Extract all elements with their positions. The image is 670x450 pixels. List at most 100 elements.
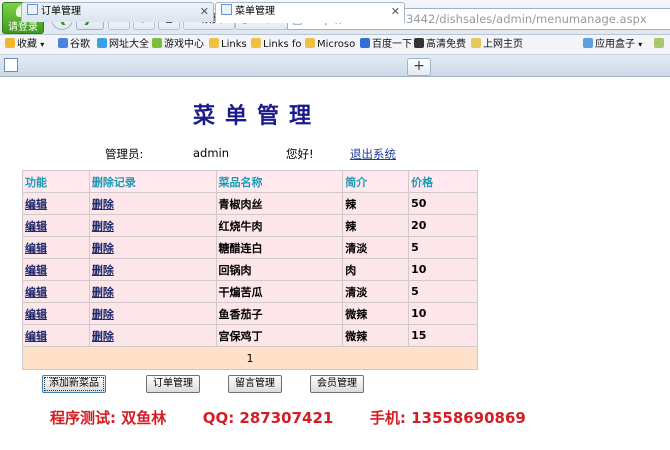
bookmark-label: 高清免费 (426, 39, 466, 50)
close-icon[interactable]: ✕ (200, 3, 209, 21)
column-header-action: 功能 (22, 170, 90, 193)
google-icon (58, 38, 68, 48)
edit-link[interactable]: 编辑 (22, 214, 90, 237)
dish-price: 10 (408, 258, 478, 281)
edit-link[interactable]: 编辑 (22, 258, 90, 281)
add-dish-button[interactable]: 添加新菜品 (42, 375, 106, 393)
bookmark-games[interactable]: 游戏中心 (152, 35, 204, 54)
folder-icon (305, 38, 315, 48)
dish-desc: 肉 (342, 258, 410, 281)
column-header-delete: 删除记录 (88, 170, 217, 193)
tab-order-manage[interactable]: 订单管理 ✕ (21, 2, 214, 22)
delete-link[interactable]: 删除 (88, 302, 217, 325)
bookmark-label: 上网主页 (483, 39, 523, 50)
bookmark-label: 收藏 (17, 39, 37, 50)
edit-link[interactable]: 编辑 (22, 280, 90, 303)
table-row: 编辑 删除 干煸苦瓜 清淡 5 (22, 280, 478, 303)
more-bookmarks[interactable] (654, 35, 666, 54)
delete-link[interactable]: 删除 (88, 258, 217, 281)
dish-desc: 辣 (342, 192, 410, 215)
bookmark-label: Links (221, 39, 247, 50)
chevron-down-icon: ▾ (40, 40, 45, 49)
url-path: :23442/dishsales/admin/menumanage.aspx (394, 12, 647, 26)
bookmark-label: 百度一下 (372, 39, 412, 50)
edit-link[interactable]: 编辑 (22, 302, 90, 325)
page-icon (27, 4, 38, 15)
dish-price: 5 (408, 236, 478, 259)
star-icon (5, 38, 15, 48)
bookmark-google[interactable]: 谷歌 (58, 35, 90, 54)
table-row: 编辑 删除 鱼香茄子 微辣 10 (22, 302, 478, 325)
dish-name: 宫保鸡丁 (215, 324, 344, 347)
message-manage-button[interactable]: 留言管理 (228, 375, 282, 393)
greeting-text: 您好! (286, 147, 314, 161)
page-title: 菜单管理 (193, 103, 322, 129)
table-row: 编辑 删除 宫保鸡丁 微辣 15 (22, 324, 478, 347)
delete-link[interactable]: 删除 (88, 192, 217, 215)
bookmark-microsoft[interactable]: Microso (305, 35, 355, 54)
grid-icon (583, 38, 593, 48)
tab-label: 订单管理 (41, 6, 81, 17)
footer-phone: 手机: 13558690869 (369, 409, 526, 427)
chevron-down-icon: ▾ (638, 40, 643, 49)
delete-link[interactable]: 删除 (88, 214, 217, 237)
bookmarks-bar: 收藏 ▾ 谷歌 网址大全 游戏中心 Links Links fo Microso… (0, 35, 670, 55)
table-row: 编辑 删除 回锅肉 肉 10 (22, 258, 478, 281)
dish-price: 20 (408, 214, 478, 237)
order-manage-button[interactable]: 订单管理 (146, 375, 200, 393)
game-icon (152, 38, 162, 48)
pager-row: 1 (22, 346, 478, 370)
dish-price: 50 (408, 192, 478, 215)
bookmark-favorites[interactable]: 收藏 ▾ (5, 35, 44, 54)
bookmark-label: 应用盒子 (595, 39, 635, 50)
edit-link[interactable]: 编辑 (22, 192, 90, 215)
dish-desc: 清淡 (342, 280, 410, 303)
folder-icon (209, 38, 219, 48)
page-number[interactable]: 1 (22, 346, 478, 370)
member-manage-button[interactable]: 会员管理 (310, 375, 364, 393)
dish-price: 10 (408, 302, 478, 325)
edit-link[interactable]: 编辑 (22, 236, 90, 259)
footer-tester: 程序测试: 双鱼林 (50, 409, 167, 427)
delete-link[interactable]: 删除 (88, 324, 217, 347)
admin-label: 管理员: (105, 147, 144, 161)
sidebar-toggle-icon[interactable] (4, 58, 18, 72)
column-header-name: 菜品名称 (215, 170, 344, 193)
column-header-desc: 简介 (342, 170, 410, 193)
bookmark-hd[interactable]: 高清免费 (414, 35, 466, 54)
dish-name: 青椒肉丝 (215, 192, 344, 215)
dish-desc: 微辣 (342, 324, 410, 347)
footer-contact: 程序测试: 双鱼林 QQ: 287307421 手机: 13558690869 (50, 407, 526, 428)
bookmark-baidu[interactable]: 百度一下 (360, 35, 412, 54)
table-header-row: 功能 删除记录 菜品名称 简介 价格 (22, 170, 478, 193)
logout-link[interactable]: 退出系统 (350, 146, 396, 162)
table-row: 编辑 删除 青椒肉丝 辣 50 (22, 192, 478, 215)
dish-name: 干煸苦瓜 (215, 280, 344, 303)
home-icon (471, 38, 481, 48)
login-label: 请登录 (8, 22, 38, 33)
page-icon (221, 4, 232, 15)
edit-link[interactable]: 编辑 (22, 324, 90, 347)
bookmark-label: Microso (317, 39, 356, 50)
bookmark-label: Links fo (263, 39, 302, 50)
table-row: 编辑 删除 糖醋连白 清淡 5 (22, 236, 478, 259)
tab-menu-manage[interactable]: 菜单管理 ✕ (215, 2, 405, 23)
new-tab-button[interactable]: + (407, 58, 431, 76)
bookmark-label: 游戏中心 (164, 39, 204, 50)
delete-link[interactable]: 删除 (88, 280, 217, 303)
table-row: 编辑 删除 红烧牛肉 辣 20 (22, 214, 478, 237)
paw-icon (360, 38, 370, 48)
tab-strip (0, 55, 670, 77)
dish-name: 红烧牛肉 (215, 214, 344, 237)
dish-price: 15 (408, 324, 478, 347)
globe-icon (97, 38, 107, 48)
bookmark-appbox[interactable]: 应用盒子 ▾ (583, 35, 642, 54)
plus-icon: + (413, 58, 425, 74)
bookmark-links[interactable]: Links (209, 35, 247, 54)
dish-price: 5 (408, 280, 478, 303)
bookmark-homepage[interactable]: 上网主页 (471, 35, 523, 54)
delete-link[interactable]: 删除 (88, 236, 217, 259)
close-icon[interactable]: ✕ (391, 3, 400, 21)
bookmark-links-fo[interactable]: Links fo (251, 35, 302, 54)
bookmark-hao[interactable]: 网址大全 (97, 35, 149, 54)
